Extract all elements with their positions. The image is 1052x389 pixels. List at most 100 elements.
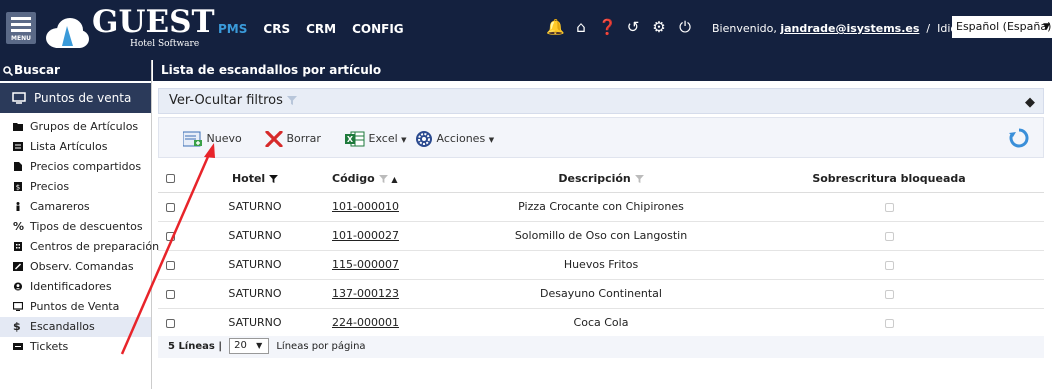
- code-link[interactable]: 101-000010: [332, 200, 399, 213]
- gear-icon: [416, 131, 432, 147]
- header-hotel[interactable]: Hotel: [182, 165, 328, 193]
- hotel-cell: SATURNO: [182, 308, 328, 338]
- price-tag-icon: $: [14, 182, 22, 191]
- history-icon[interactable]: ↺: [624, 18, 642, 36]
- table-header-row: Hotel Código ▲ Descripción Sobrescritura…: [158, 165, 1044, 193]
- welcome-prefix: Bienvenido,: [712, 22, 777, 35]
- table-row[interactable]: SATURNO 101-000010 Pizza Crocante con Ch…: [158, 192, 1044, 222]
- description-cell: Pizza Crocante con Chipirones: [468, 192, 734, 222]
- sidebar-item-label: Tipos de descuentos: [30, 220, 143, 233]
- help-icon[interactable]: ❓: [598, 18, 617, 36]
- code-cell[interactable]: 224-000001: [328, 308, 468, 338]
- sidebar-list: Grupos de Artículos Lista Artículos Prec…: [0, 117, 159, 357]
- actions-label: Acciones: [436, 132, 486, 145]
- hotel-cell: SATURNO: [182, 250, 328, 280]
- top-icons: 🔔 ⌂ ❓ ↺ ⚙ ⏻: [546, 18, 694, 36]
- language-select[interactable]: Español (España) ▼: [952, 16, 1052, 38]
- code-link[interactable]: 224-000001: [332, 316, 399, 329]
- nav-crs[interactable]: CRS: [263, 22, 290, 36]
- new-document-icon: [182, 131, 202, 147]
- menu-button[interactable]: MENU: [6, 12, 36, 44]
- code-cell[interactable]: 115-000007: [328, 250, 468, 280]
- nav-pms[interactable]: PMS: [218, 22, 247, 36]
- row-checkbox[interactable]: [158, 192, 182, 222]
- excel-icon: X: [345, 131, 365, 147]
- articles-table: Hotel Código ▲ Descripción Sobrescritura…: [158, 165, 1044, 338]
- sidebar-item-precios-compartidos[interactable]: Precios compartidos: [0, 157, 151, 177]
- section-label: Puntos de venta: [34, 91, 132, 105]
- per-page-label: Líneas por página: [276, 341, 366, 352]
- table-row[interactable]: SATURNO 137-000123 Desayuno Continental: [158, 279, 1044, 309]
- table-row[interactable]: SATURNO 101-000027 Solomillo de Oso con …: [158, 221, 1044, 251]
- sidebar-item-tickets[interactable]: Tickets: [0, 337, 151, 357]
- locked-checkbox: [734, 308, 1044, 338]
- code-cell[interactable]: 101-000010: [328, 192, 468, 222]
- row-checkbox[interactable]: [158, 250, 182, 280]
- actions-button[interactable]: Acciones ▼: [415, 130, 494, 148]
- chevron-down-icon: ▼: [256, 341, 263, 350]
- filters-toggle[interactable]: Ver-Ocultar filtros ◆: [158, 88, 1044, 114]
- nav-config[interactable]: CONFIG: [352, 22, 404, 36]
- new-button[interactable]: Nuevo: [182, 130, 242, 148]
- sidebar-item-label: Precios compartidos: [30, 160, 142, 173]
- table-row[interactable]: SATURNO 115-000007 Huevos Fritos: [158, 250, 1044, 280]
- refresh-icon[interactable]: [1009, 128, 1029, 148]
- row-checkbox[interactable]: [158, 308, 182, 338]
- sidebar-item-label: Identificadores: [30, 280, 112, 293]
- person-icon: [16, 202, 20, 211]
- code-link[interactable]: 101-000027: [332, 229, 399, 242]
- list-icon: [13, 142, 23, 151]
- sidebar-item-label: Centros de preparación: [30, 240, 160, 253]
- sidebar: Buscar Puntos de venta Grupos de Artícul…: [0, 60, 159, 389]
- user-circle-icon: [13, 282, 23, 291]
- header-descripcion[interactable]: Descripción: [468, 165, 734, 193]
- home-icon[interactable]: ⌂: [572, 18, 590, 36]
- code-link[interactable]: 137-000123: [332, 287, 399, 300]
- code-cell[interactable]: 137-000123: [328, 279, 468, 309]
- sidebar-item-precios[interactable]: $ Precios: [0, 177, 151, 197]
- chevron-down-icon: ▼: [1043, 22, 1050, 32]
- ticket-icon: [13, 343, 23, 350]
- row-checkbox[interactable]: [158, 279, 182, 309]
- sidebar-item-lista-articulos[interactable]: Lista Artículos: [0, 137, 151, 157]
- sidebar-section-puntos-de-venta[interactable]: Puntos de venta: [0, 83, 151, 113]
- hotel-cell: SATURNO: [182, 279, 328, 309]
- sidebar-item-centros-preparacion[interactable]: Centros de preparación: [0, 237, 159, 257]
- sidebar-item-observ-comandas[interactable]: Observ. Comandas: [0, 257, 151, 277]
- user-link[interactable]: jandrade@isystems.es: [780, 22, 919, 35]
- filters-label: Ver-Ocultar filtros: [169, 93, 283, 108]
- header-sobrescritura[interactable]: Sobrescritura bloqueada: [734, 165, 1044, 193]
- sidebar-item-grupos-articulos[interactable]: Grupos de Artículos: [0, 117, 151, 137]
- eraser-icon[interactable]: ◆: [1025, 91, 1035, 115]
- header-codigo[interactable]: Código ▲: [328, 165, 468, 193]
- sidebar-item-camareros[interactable]: Camareros: [0, 197, 151, 217]
- monitor-icon: [13, 302, 23, 311]
- row-count: 5 Líneas |: [168, 341, 222, 352]
- description-cell: Coca Cola: [468, 308, 734, 338]
- search-icon: [3, 66, 13, 76]
- table-row[interactable]: SATURNO 224-000001 Coca Cola: [158, 308, 1044, 338]
- svg-text:X: X: [347, 135, 354, 144]
- dollar-icon: $: [13, 320, 21, 333]
- excel-label: Excel: [368, 132, 398, 145]
- delete-button[interactable]: Borrar: [265, 130, 321, 148]
- notification-bell-icon[interactable]: 🔔: [546, 18, 565, 36]
- guest-logo[interactable]: GUEST Hotel Software: [44, 4, 215, 54]
- per-page-value: 20: [234, 340, 247, 351]
- nav-crm[interactable]: CRM: [306, 22, 336, 36]
- sidebar-search[interactable]: Buscar: [0, 60, 151, 81]
- code-cell[interactable]: 101-000027: [328, 221, 468, 251]
- row-checkbox[interactable]: [158, 221, 182, 251]
- power-icon[interactable]: ⏻: [676, 18, 694, 36]
- settings-icon[interactable]: ⚙: [650, 18, 668, 36]
- excel-button[interactable]: X Excel ▼: [345, 130, 407, 148]
- sidebar-item-escandallos[interactable]: $ Escandallos: [0, 317, 151, 337]
- sidebar-item-tipos-descuentos[interactable]: % Tipos de descuentos: [0, 217, 151, 237]
- select-all-checkbox[interactable]: [158, 165, 182, 193]
- code-link[interactable]: 115-000007: [332, 258, 399, 271]
- delete-label: Borrar: [286, 132, 321, 145]
- monitor-icon: [12, 92, 26, 104]
- sidebar-item-puntos-de-venta[interactable]: Puntos de Venta: [0, 297, 151, 317]
- sidebar-item-identificadores[interactable]: Identificadores: [0, 277, 151, 297]
- per-page-select[interactable]: 20 ▼: [229, 338, 270, 354]
